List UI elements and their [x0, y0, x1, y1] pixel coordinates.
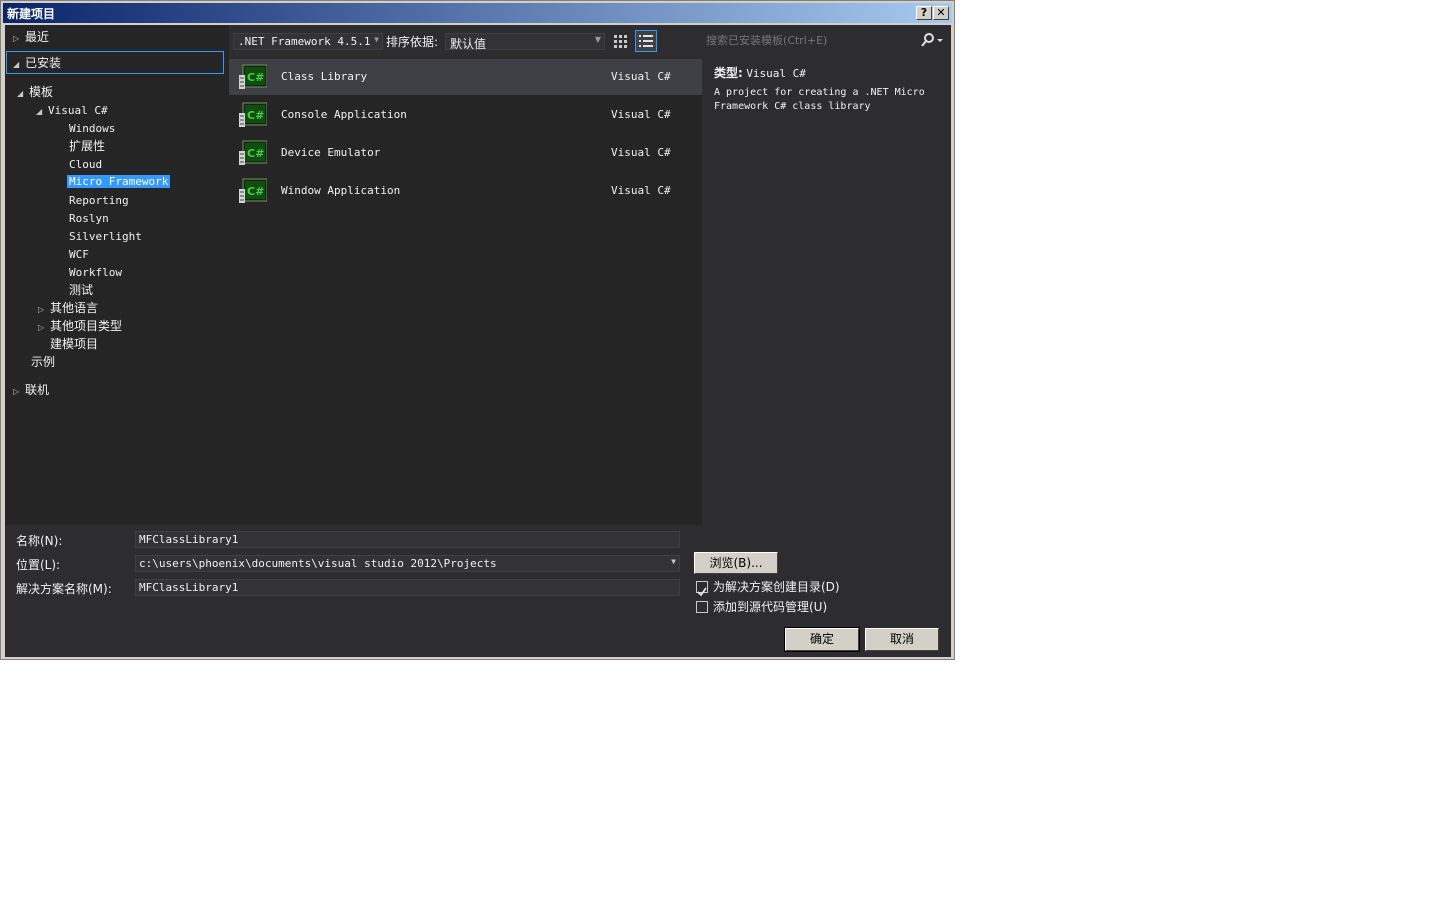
tree-item-extensibility[interactable]: 扩展性: [69, 138, 105, 154]
template-description: A project for creating a .NET Micro Fram…: [714, 87, 925, 112]
create-directory-checkbox[interactable]: [696, 581, 708, 597]
framework-value: .NET Framework 4.5.1: [238, 35, 371, 48]
tree-item-label: Micro Framework: [67, 175, 171, 188]
tree-item-label: 模板: [29, 85, 54, 99]
tree-item-online[interactable]: ▷ 联机: [13, 382, 49, 400]
help-button[interactable]: ?: [916, 6, 932, 20]
tree-item-label: 最近: [25, 30, 50, 44]
template-language: Visual C#: [611, 146, 671, 159]
name-field[interactable]: [135, 531, 680, 548]
search-icon[interactable]: [920, 32, 943, 48]
create-directory-label: 为解决方案创建目录(D): [713, 580, 840, 594]
tree-item-other-languages[interactable]: ▷ 其他语言: [38, 300, 98, 318]
template-list: C# Class Library Visual C# C# Console Ap…: [229, 59, 702, 525]
checkmark-icon: [697, 587, 707, 597]
window-title: 新建项目: [7, 7, 56, 21]
source-control-label: 添加到源代码管理(U): [713, 600, 828, 614]
svg-text:C#: C#: [247, 109, 264, 122]
title-bar[interactable]: 新建项目 ? ✕: [3, 3, 952, 23]
dropdown-arrow-icon: ▼: [671, 557, 676, 566]
tree-item-templates[interactable]: ◢ 模板: [17, 84, 53, 102]
svg-text:C#: C#: [247, 185, 264, 198]
csharp-project-icon: C#: [239, 101, 268, 129]
tree-item-wcf[interactable]: WCF: [69, 247, 89, 263]
search-input[interactable]: [706, 31, 906, 49]
expand-arrow-icon[interactable]: ▷: [13, 31, 25, 47]
dropdown-arrow-icon: ▼: [594, 35, 601, 44]
close-button[interactable]: ✕: [933, 6, 949, 20]
template-name: Window Application: [281, 184, 401, 197]
template-name: Class Library: [281, 70, 368, 83]
dialog-client-area: ▷ 最近 ◢ 已安装 ◢ 模板 ◢ Visual C# Windows 扩展性 Clou…: [5, 25, 951, 657]
template-row-console-application[interactable]: C# Console Application Visual C#: [229, 97, 702, 133]
tree-item-windows[interactable]: Windows: [69, 121, 115, 137]
template-name: Device Emulator: [281, 146, 381, 159]
expand-arrow-icon[interactable]: ▷: [13, 384, 25, 400]
type-value: Visual C#: [746, 67, 806, 80]
csharp-project-icon: C#: [239, 177, 268, 205]
tree-item-workflow[interactable]: Workflow: [69, 265, 122, 281]
template-language: Visual C#: [611, 70, 671, 83]
cancel-button[interactable]: 取消: [865, 628, 939, 651]
tree-item-roslyn[interactable]: Roslyn: [69, 211, 109, 227]
tree-item-cloud[interactable]: Cloud: [69, 157, 102, 173]
expand-arrow-icon[interactable]: ▷: [38, 320, 50, 336]
tree-item-label: 其他项目类型: [50, 319, 123, 333]
collapse-arrow-icon[interactable]: ◢: [36, 104, 48, 120]
template-row-window-application[interactable]: C# Window Application Visual C#: [229, 173, 702, 209]
template-tree: ▷ 最近 ◢ 已安装 ◢ 模板 ◢ Visual C# Windows 扩展性 Clou…: [5, 25, 229, 525]
dropdown-arrow-icon: ▼: [374, 35, 379, 44]
tree-item-label: 已安装: [25, 56, 62, 70]
solution-name-label: 解决方案名称(M):: [16, 582, 112, 596]
tree-item-samples[interactable]: 示例: [31, 354, 55, 370]
expand-arrow-icon[interactable]: ▷: [38, 302, 50, 318]
grid-view-icon[interactable]: [611, 32, 631, 52]
collapse-arrow-icon[interactable]: ◢: [13, 57, 25, 73]
svg-text:C#: C#: [247, 71, 264, 84]
collapse-arrow-icon[interactable]: ◢: [17, 86, 29, 102]
tree-item-test[interactable]: 测试: [69, 282, 93, 298]
tree-item-micro-framework[interactable]: Micro Framework: [67, 174, 171, 190]
framework-dropdown[interactable]: .NET Framework 4.5.1 ▼: [233, 33, 383, 50]
csharp-project-icon: C#: [239, 139, 268, 167]
tree-item-visual-csharp[interactable]: ◢ Visual C#: [36, 102, 108, 120]
csharp-project-icon: C#: [239, 63, 268, 91]
template-language: Visual C#: [611, 108, 671, 121]
sort-value: 默认值: [450, 37, 487, 51]
tree-item-reporting[interactable]: Reporting: [69, 193, 129, 209]
sort-label: 排序依据:: [386, 35, 439, 49]
template-search: [702, 29, 948, 51]
svg-text:C#: C#: [247, 147, 264, 160]
sort-dropdown[interactable]: 默认值 ▼: [445, 33, 605, 51]
location-value: c:\users\phoenix\documents\visual studio…: [139, 557, 497, 570]
template-type: 类型: Visual C#: [714, 64, 806, 81]
ok-button[interactable]: 确定: [784, 627, 860, 652]
tree-item-installed[interactable]: ◢ 已安装: [13, 55, 61, 73]
template-row-class-library[interactable]: C# Class Library Visual C#: [229, 59, 702, 95]
solution-name-field[interactable]: [135, 579, 680, 596]
tree-item-label: 其他语言: [50, 301, 99, 315]
type-label: 类型:: [714, 66, 743, 80]
template-language: Visual C#: [611, 184, 671, 197]
source-control-checkbox[interactable]: [696, 601, 708, 613]
location-label: 位置(L):: [16, 558, 61, 572]
new-project-dialog: 新建项目 ? ✕ ▷ 最近 ◢ 已安装 ◢ 模板 ◢ Visual C# Windows…: [0, 0, 955, 660]
name-label: 名称(N):: [16, 534, 63, 548]
template-name: Console Application: [281, 108, 407, 121]
list-view-icon[interactable]: [635, 30, 657, 52]
tree-item-other-project-types[interactable]: ▷ 其他项目类型: [38, 318, 122, 336]
tree-item-modeling-projects[interactable]: 建模项目: [50, 336, 98, 352]
tree-item-silverlight[interactable]: Silverlight: [69, 229, 142, 245]
tree-item-label: 联机: [25, 383, 50, 397]
template-details: 类型: Visual C# A project for creating a .…: [702, 59, 951, 525]
template-row-device-emulator[interactable]: C# Device Emulator Visual C#: [229, 135, 702, 171]
browse-button[interactable]: 浏览(B)...: [694, 552, 778, 574]
tree-item-label: Visual C#: [48, 104, 108, 117]
tree-item-recent[interactable]: ▷ 最近: [13, 29, 49, 47]
location-dropdown[interactable]: c:\users\phoenix\documents\visual studio…: [135, 555, 680, 572]
